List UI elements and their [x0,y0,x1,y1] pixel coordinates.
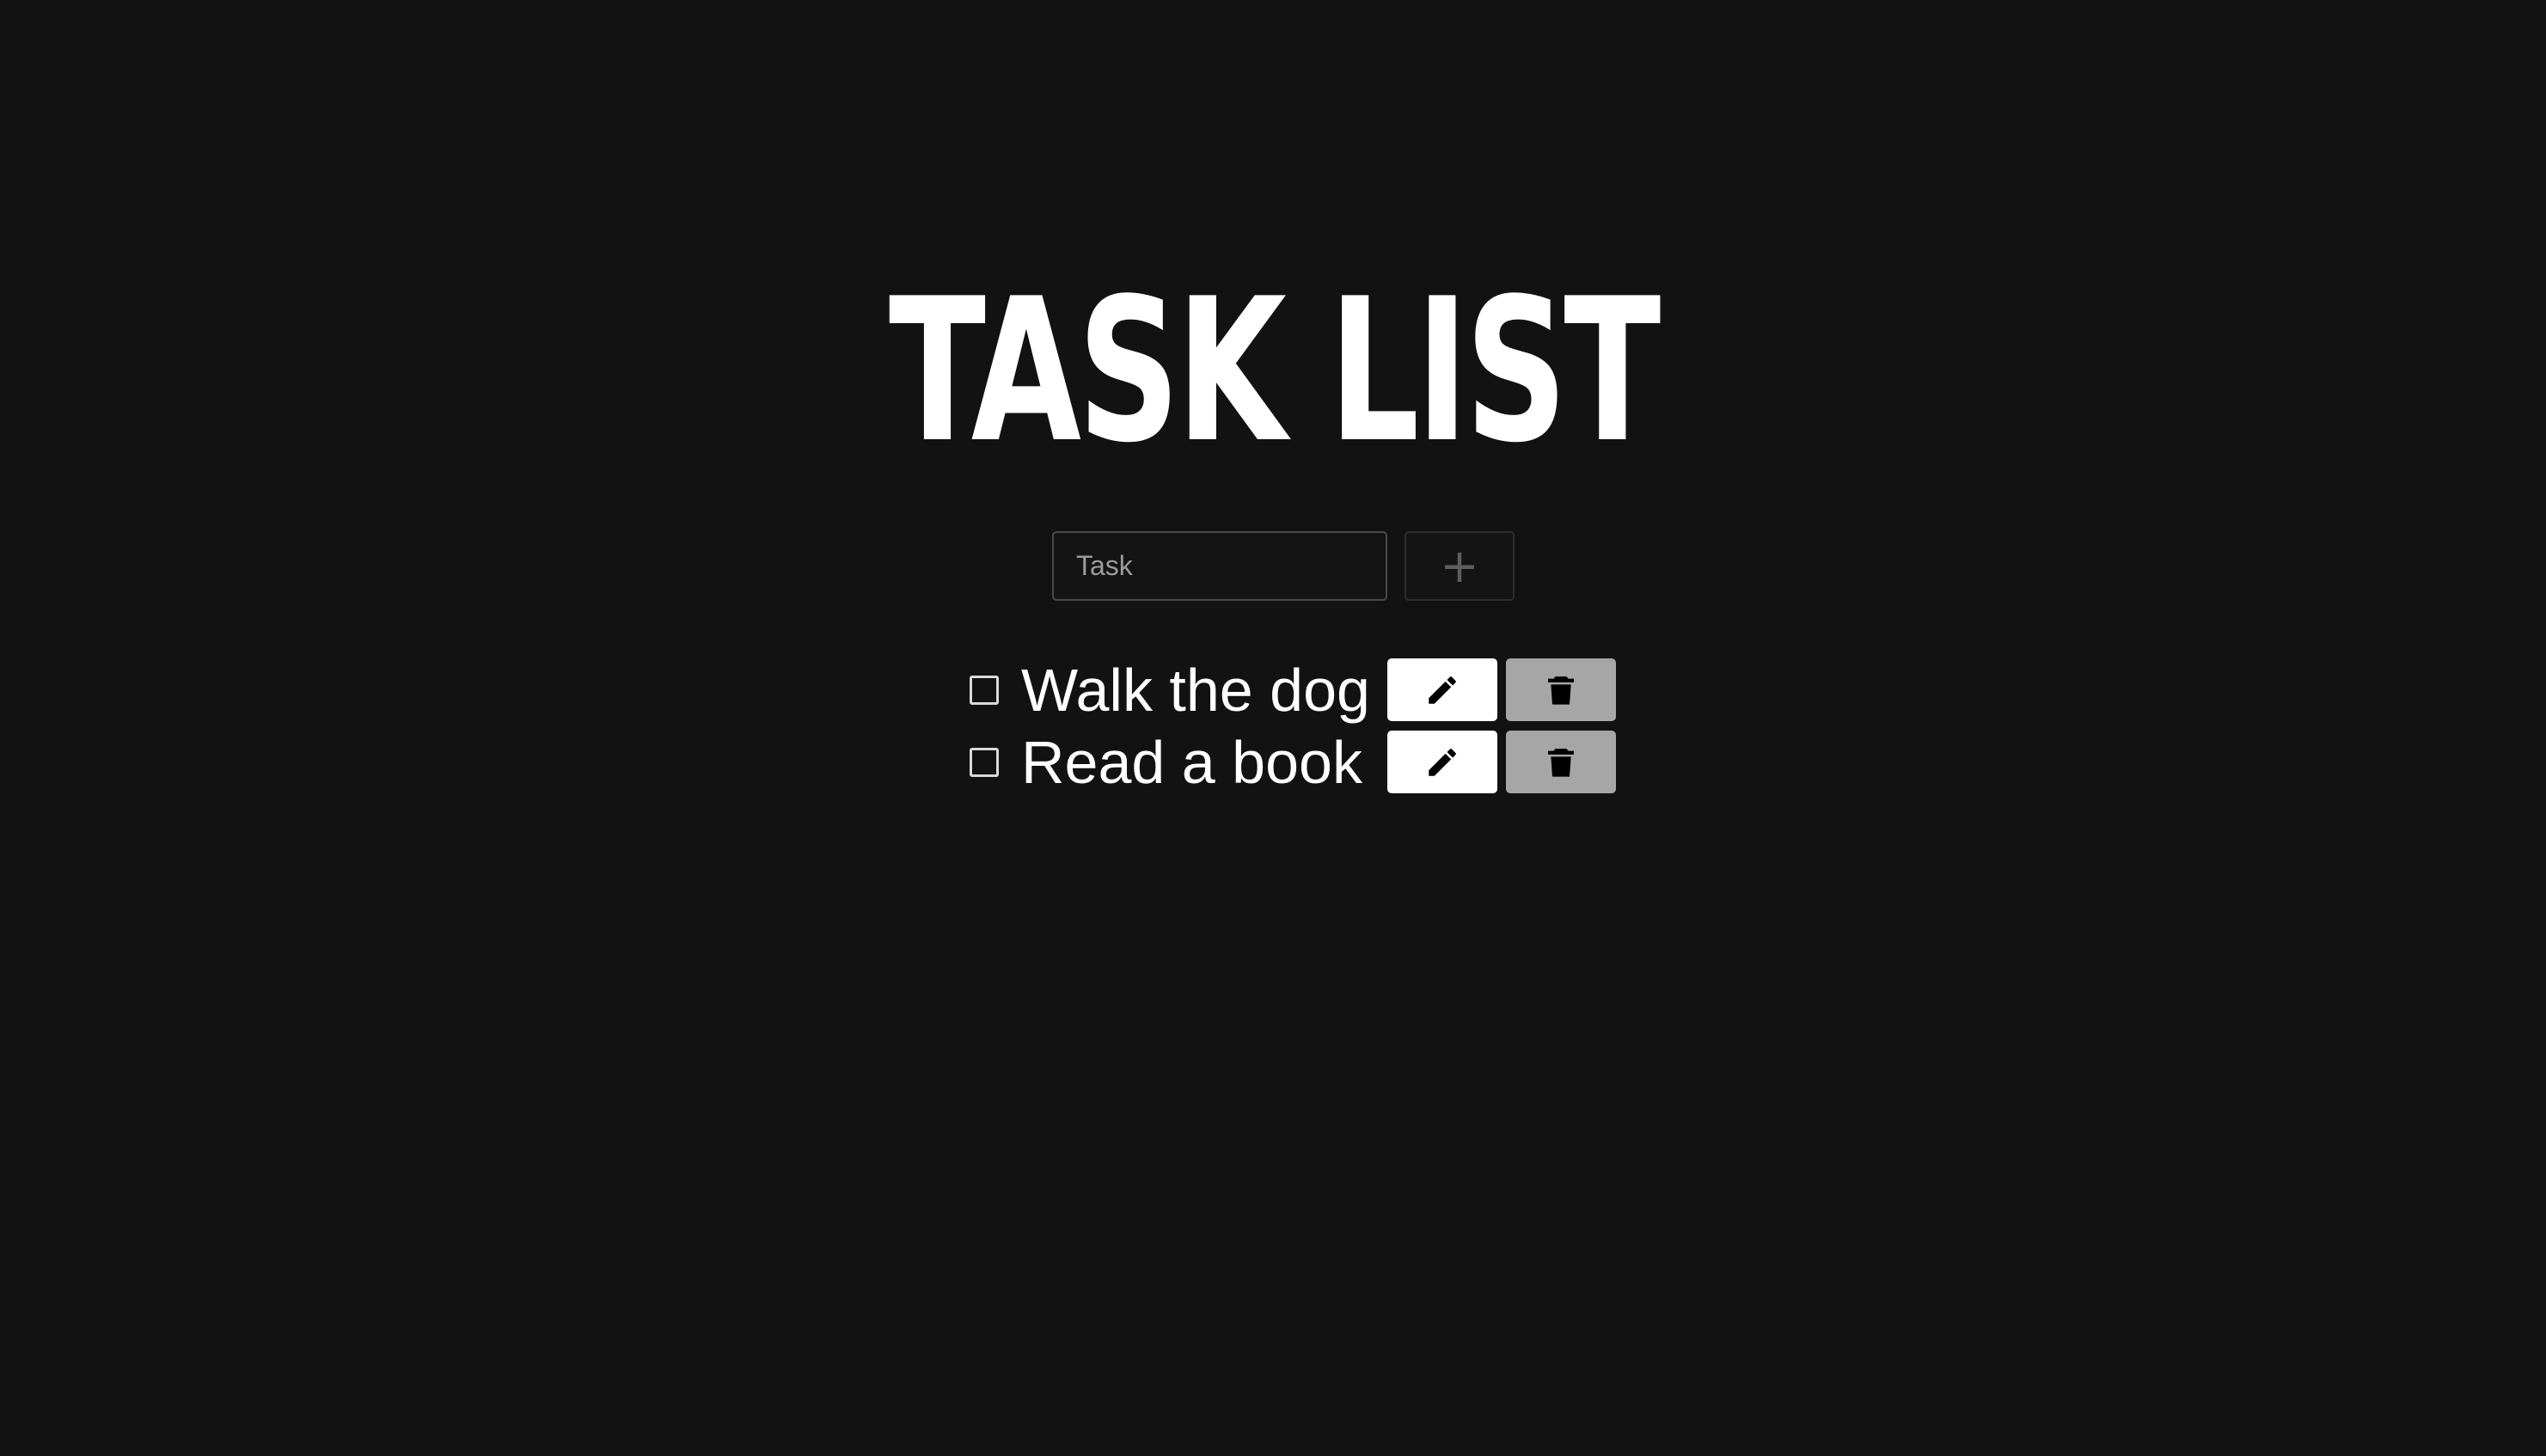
trash-icon [1548,676,1574,705]
pencil-icon [1429,676,1456,704]
task-list: Walk the dog Read a book [970,656,1616,803]
pencil-icon [1429,748,1456,776]
trash-icon [1548,748,1574,777]
edit-task-button[interactable] [1387,731,1497,793]
task-item: Walk the dog [970,656,1616,724]
task-item: Read a book [970,728,1616,796]
add-task-button[interactable]: + [1405,531,1515,601]
task-checkbox[interactable] [970,747,999,777]
edit-task-button[interactable] [1387,658,1497,721]
delete-task-button[interactable] [1506,658,1616,721]
task-actions [1387,658,1616,721]
task-text: Read a book [1021,728,1362,796]
delete-task-button[interactable] [1506,731,1616,793]
plus-icon: + [1440,538,1479,593]
task-input[interactable] [1052,531,1387,601]
task-text: Walk the dog [1021,656,1370,724]
task-checkbox[interactable] [970,675,999,705]
page-title: TASK LIST [888,257,1661,486]
task-actions [1387,731,1616,793]
new-task-form: + [1052,531,1515,601]
